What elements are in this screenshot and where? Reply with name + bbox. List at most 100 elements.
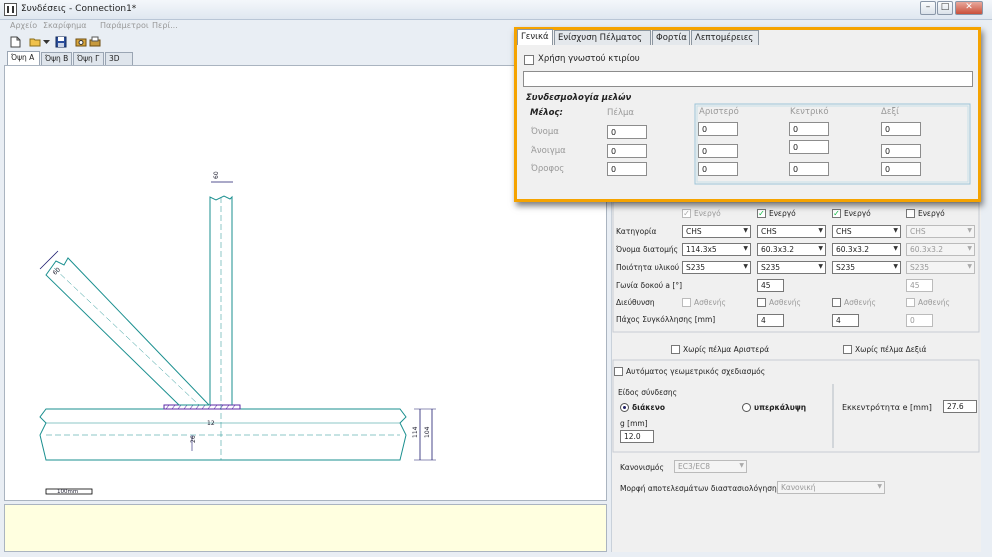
overlap-radio[interactable] — [742, 403, 751, 412]
left-column-header: Αριστερό — [699, 107, 739, 117]
right-floor-input[interactable]: 0 — [881, 162, 921, 176]
center-floor-input[interactable]: 0 — [789, 162, 829, 176]
weak-label-4: Ασθενής — [918, 298, 950, 307]
window-title: Συνδέσεις - Connection1* — [21, 4, 137, 14]
weak-label-3: Ασθενής — [844, 298, 876, 307]
weak-label-2: Ασθενής — [769, 298, 801, 307]
category-select-1[interactable]: CHS — [682, 225, 751, 238]
tab-3d[interactable]: 3D — [105, 52, 133, 65]
category-select-3[interactable]: CHS — [832, 225, 901, 238]
results-format-select: Κανονική — [777, 481, 885, 494]
row-label-floor: Όροφος — [531, 164, 565, 174]
title-bar — [0, 0, 992, 20]
eccentricity-input[interactable]: 27.6 — [943, 400, 977, 413]
material-select-2[interactable]: S235 — [757, 261, 826, 274]
row-label-name: Όνομα — [531, 127, 559, 137]
menu-file[interactable]: Αρχείο — [10, 21, 37, 30]
tab-view-b[interactable]: Όψη Β — [41, 52, 72, 65]
label-material: Ποιότητα υλικού — [616, 263, 680, 272]
scale-bar-label: 100mm — [57, 489, 79, 495]
weak-checkbox-2[interactable] — [757, 298, 766, 307]
weld-input-3[interactable]: 4 — [832, 314, 859, 327]
save-icon[interactable] — [55, 36, 67, 48]
active-label-3: Ενεργό — [844, 209, 871, 218]
known-building-checkbox[interactable] — [524, 55, 534, 65]
code-select: EC3/EC8 — [674, 460, 747, 473]
known-building-label: Χρήση γνωστού κτιρίου — [538, 54, 640, 64]
section-select-2[interactable]: 60.3x3.2 — [757, 243, 826, 256]
minimize-button[interactable]: – — [920, 1, 936, 15]
camera-icon[interactable] — [75, 36, 87, 48]
close-button[interactable]: ✕ — [955, 1, 983, 15]
material-select-3[interactable]: S235 — [832, 261, 901, 274]
app-icon — [4, 3, 17, 16]
left-floor-input[interactable]: 0 — [698, 162, 738, 176]
category-select-2[interactable]: CHS — [757, 225, 826, 238]
left-span-input[interactable]: 0 — [698, 144, 738, 158]
tab-view-c[interactable]: Όψη Γ — [73, 52, 104, 65]
tab-details[interactable]: Λεπτομέρειες — [691, 30, 759, 45]
flange-span-input[interactable]: 0 — [607, 144, 647, 158]
no-flange-right-label: Χωρίς πέλμα Δεξιά — [855, 345, 927, 354]
auto-design-checkbox[interactable] — [614, 367, 623, 376]
weld-input-4: 0 — [906, 314, 933, 327]
tab-general[interactable]: Γενικά — [517, 29, 553, 45]
active-label-2: Ενεργό — [769, 209, 796, 218]
gap-label: διάκενο — [632, 403, 665, 412]
row-label-span: Άνοιγμα — [531, 146, 566, 156]
weld-input-2[interactable]: 4 — [757, 314, 784, 327]
open-folder-icon[interactable] — [29, 36, 41, 48]
section-title: Συνδεσμολογία μελών — [526, 93, 632, 103]
label-section-name: Όνομα διατομής — [616, 245, 679, 254]
flange-floor-input[interactable]: 0 — [607, 162, 647, 176]
weak-checkbox-3[interactable] — [832, 298, 841, 307]
flange-column-header: Πέλμα — [607, 108, 635, 118]
active-checkbox-2[interactable]: ✓ — [757, 209, 766, 218]
active-checkbox-1: ✓ — [682, 209, 691, 218]
no-flange-left-checkbox[interactable] — [671, 345, 680, 354]
known-building-input[interactable] — [523, 71, 973, 87]
chevron-down-icon[interactable] — [43, 39, 50, 45]
restore-button[interactable]: □ — [937, 1, 953, 15]
dim-label-h2: 104 — [424, 426, 431, 438]
label-direction: Διεύθυνση — [616, 298, 655, 307]
label-weld-thickness: Πάχος Συγκόλλησης [mm] — [616, 315, 716, 324]
tab-flange-reinforcement[interactable]: Ενίσχυση Πέλματος — [554, 30, 651, 45]
active-checkbox-3[interactable]: ✓ — [832, 209, 841, 218]
print-icon[interactable] — [89, 36, 101, 48]
results-format-label: Μορφή αποτελεσμάτων διαστασιολόγησης — [620, 484, 782, 493]
connection-type-label: Είδος σύνδεσης — [618, 388, 678, 397]
g-label: g [mm] — [620, 419, 648, 428]
g-input[interactable]: 12.0 — [620, 430, 654, 443]
flange-name-input[interactable]: 0 — [607, 125, 647, 139]
eccentricity-label: Εκκεντρότητα e [mm] — [842, 403, 932, 412]
gap-radio[interactable] — [620, 403, 629, 412]
category-select-4: CHS — [906, 225, 975, 238]
center-name-input[interactable]: 0 — [789, 122, 829, 136]
angle-input-4: 45 — [906, 279, 933, 292]
material-select-1[interactable]: S235 — [682, 261, 751, 274]
menu-parameters[interactable]: Παράμετροι — [100, 21, 149, 30]
dim-label-g: 26 — [190, 435, 197, 443]
active-checkbox-4[interactable] — [906, 209, 915, 218]
menu-about[interactable]: Περί... — [152, 21, 178, 30]
center-span-input[interactable]: 0 — [789, 140, 829, 154]
active-label-4: Ενεργό — [918, 209, 945, 218]
angle-input-2[interactable]: 45 — [757, 279, 784, 292]
new-file-icon[interactable] — [9, 36, 21, 48]
active-label-1: Ενεργό — [694, 209, 721, 218]
member-label: Μέλος: — [530, 108, 563, 118]
label-angle: Γωνία δοκού a [°] — [616, 281, 683, 290]
section-select-1[interactable]: 114.3x5 — [682, 243, 751, 256]
tab-view-a[interactable]: Όψη Α — [7, 51, 40, 65]
right-name-input[interactable]: 0 — [881, 122, 921, 136]
menu-sketch[interactable]: Σκαρίφημα — [43, 21, 87, 30]
no-flange-right-checkbox[interactable] — [843, 345, 852, 354]
section-select-3[interactable]: 60.3x3.2 — [832, 243, 901, 256]
tab-loads[interactable]: Φορτία — [652, 30, 690, 45]
dim-label-top: 60 — [213, 171, 220, 179]
right-span-input[interactable]: 0 — [881, 144, 921, 158]
dim-label-h1: 114 — [412, 426, 419, 438]
notes-area[interactable] — [4, 504, 607, 552]
left-name-input[interactable]: 0 — [698, 122, 738, 136]
